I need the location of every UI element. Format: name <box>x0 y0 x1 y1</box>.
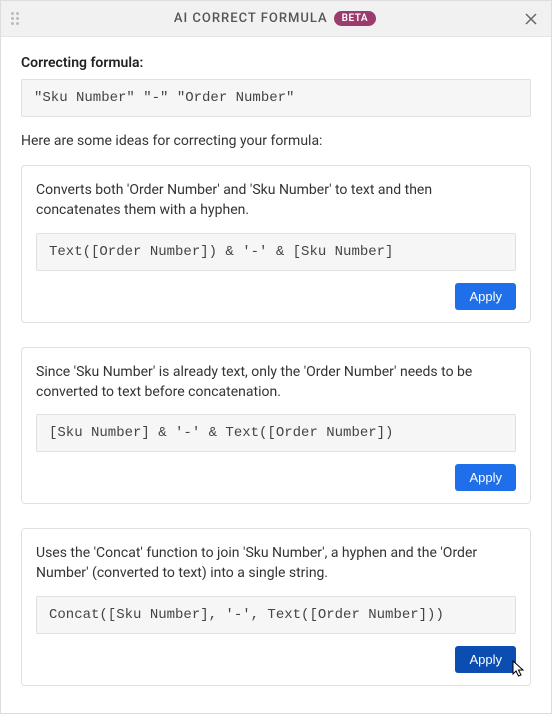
suggestion-card: Since 'Sku Number' is already text, only… <box>21 347 531 505</box>
suggestion-formula: Concat([Sku Number], '-', Text([Order Nu… <box>36 596 516 634</box>
suggestion-description: Converts both 'Order Number' and 'Sku Nu… <box>36 180 516 221</box>
suggestion-description: Uses the 'Concat' function to join 'Sku … <box>36 543 516 584</box>
suggestion-formula: [Sku Number] & '-' & Text([Order Number]… <box>36 414 516 452</box>
original-formula-box: "Sku Number" "-" "Order Number" <box>21 79 531 117</box>
suggestion-card: Converts both 'Order Number' and 'Sku Nu… <box>21 165 531 323</box>
suggestion-description: Since 'Sku Number' is already text, only… <box>36 362 516 403</box>
panel-content: Correcting formula: "Sku Number" "-" "Or… <box>1 37 551 713</box>
beta-badge: BETA <box>334 11 376 26</box>
ai-correct-formula-panel: AI CORRECT FORMULA BETA Correcting formu… <box>0 0 552 714</box>
panel-header: AI CORRECT FORMULA BETA <box>1 1 551 37</box>
suggestion-formula: Text([Order Number]) & '-' & [Sku Number… <box>36 233 516 271</box>
drag-handle-icon[interactable] <box>11 12 21 26</box>
apply-button[interactable]: Apply <box>455 646 516 673</box>
correcting-label: Correcting formula: <box>21 55 531 71</box>
panel-title: AI CORRECT FORMULA <box>174 11 328 26</box>
header-title-wrap: AI CORRECT FORMULA BETA <box>29 11 521 26</box>
close-icon[interactable] <box>521 9 541 29</box>
apply-button[interactable]: Apply <box>455 283 516 310</box>
suggestion-card: Uses the 'Concat' function to join 'Sku … <box>21 528 531 686</box>
intro-text: Here are some ideas for correcting your … <box>21 133 531 149</box>
apply-button[interactable]: Apply <box>455 464 516 491</box>
